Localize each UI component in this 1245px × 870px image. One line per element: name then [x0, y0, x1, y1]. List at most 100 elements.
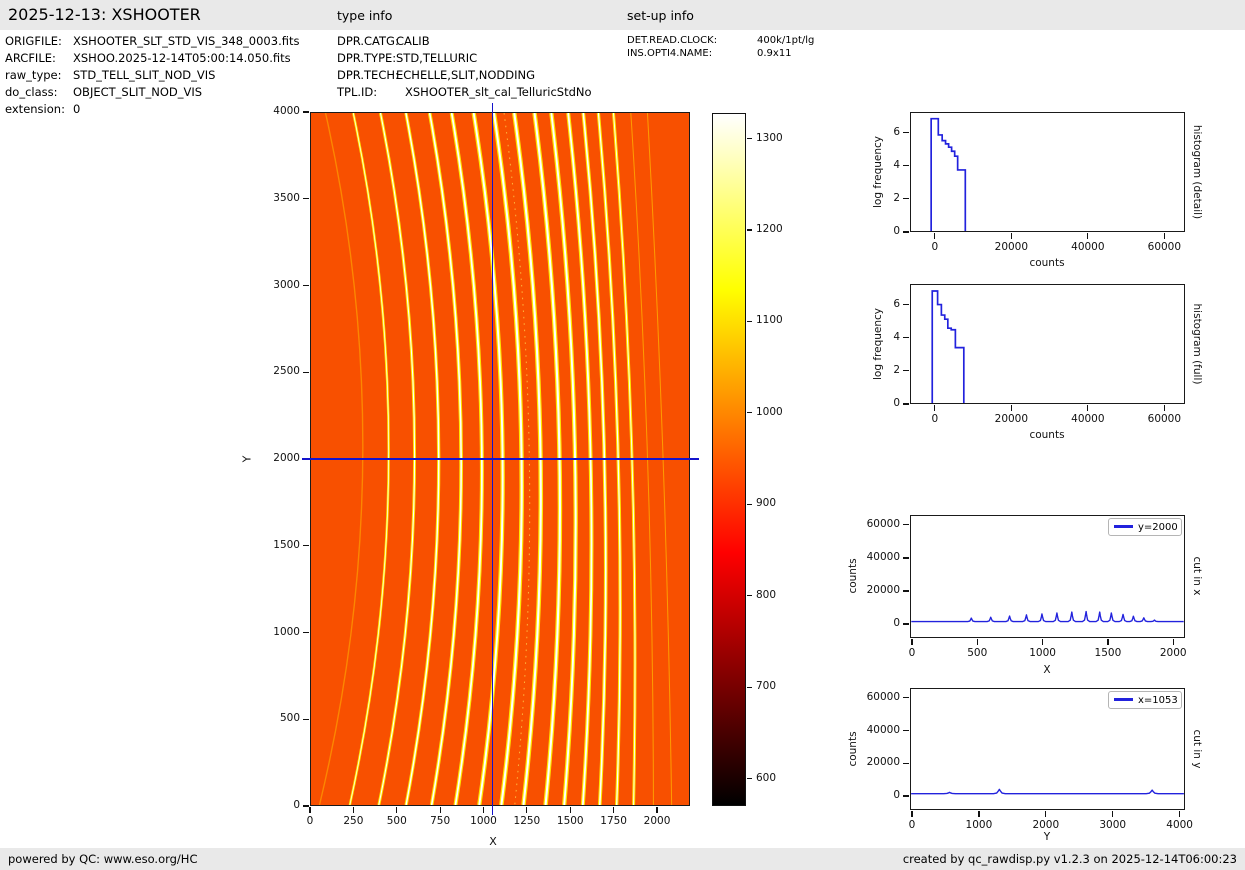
y-tick-label: 4: [840, 331, 900, 343]
hist-detail-side-label: histogram (detail): [1191, 125, 1203, 219]
y-tick-mark: [903, 304, 909, 305]
colorbar-tick-mark: [747, 504, 752, 505]
x-tick-label: 3000: [1083, 819, 1143, 831]
y-tick-label: 0: [840, 397, 900, 409]
x-tick-label: 40000: [1058, 241, 1118, 253]
y-tick-label: 6: [840, 298, 900, 310]
x-tick-label: 1000: [1013, 647, 1073, 659]
info-row: do_class:OBJECT_SLIT_NOD_VIS: [5, 84, 299, 101]
x-tick-mark: [1087, 233, 1088, 239]
legend-line-sample: [1114, 525, 1133, 528]
hist-detail-xlabel: counts: [1029, 257, 1064, 269]
colorbar-tick-label: 900: [756, 497, 776, 509]
y-tick-mark: [903, 763, 909, 764]
x-tick-mark: [1042, 639, 1043, 645]
x-tick-mark: [1173, 639, 1174, 645]
info-label: DPR.TECH:: [337, 67, 396, 84]
x-tick-mark: [1164, 405, 1165, 411]
x-tick-label: 20000: [981, 241, 1041, 253]
colorbar-tick-mark: [747, 687, 752, 688]
y-tick-label: 3000: [240, 279, 300, 291]
y-tick-mark: [903, 590, 909, 591]
x-tick-label: 4000: [1150, 819, 1210, 831]
type-info-heading: type info: [337, 8, 392, 23]
y-tick-mark: [903, 132, 909, 133]
x-tick-mark: [1011, 233, 1012, 239]
info-label: INS.OPTI4.NAME:: [627, 48, 757, 61]
y-tick-mark: [303, 719, 309, 720]
y-tick-mark: [903, 557, 909, 558]
y-tick-label: 60000: [840, 518, 900, 530]
y-tick-label: 2500: [240, 365, 300, 377]
y-tick-mark: [303, 632, 309, 633]
info-label: do_class:: [5, 84, 73, 101]
y-tick-label: 3500: [240, 192, 300, 204]
info-row: DPR.TECH:ECHELLE,SLIT,NODDING: [337, 67, 592, 84]
setup-info-heading: set-up info: [627, 8, 694, 23]
y-tick-label: 2: [840, 364, 900, 376]
colorbar: [712, 113, 746, 806]
y-tick-label: 2000: [240, 452, 300, 464]
info-label: ARCFILE:: [5, 50, 73, 67]
info-value: OBJECT_SLIT_NOD_VIS: [73, 85, 202, 99]
colorbar-tick-mark: [747, 778, 752, 779]
info-value: 0.9x11: [757, 48, 792, 59]
y-tick-mark: [903, 165, 909, 166]
x-tick-label: 0: [905, 413, 965, 425]
y-tick-label: 1500: [240, 539, 300, 551]
colorbar-tick-mark: [747, 321, 752, 322]
main-xaxis-label: X: [489, 835, 497, 848]
colorbar-tick-label: 1200: [756, 223, 783, 235]
y-tick-mark: [303, 545, 309, 546]
x-tick-mark: [934, 233, 935, 239]
colorbar-tick-mark: [747, 138, 752, 139]
x-tick-mark: [396, 807, 397, 813]
x-tick-label: 60000: [1134, 413, 1194, 425]
cut-x-side-label: cut in x: [1191, 556, 1203, 595]
y-tick-label: 40000: [840, 724, 900, 736]
hist-full-side-label: histogram (full): [1191, 304, 1203, 385]
info-value: XSHOOTER_slt_cal_TelluricStdNo: [405, 85, 592, 99]
info-row: raw_type:STD_TELL_SLIT_NOD_VIS: [5, 67, 299, 84]
y-tick-label: 60000: [840, 691, 900, 703]
qc-report-page: { "header": { "title": "2025-12-13: XSHO…: [0, 0, 1245, 870]
x-tick-mark: [911, 639, 912, 645]
x-tick-mark: [353, 807, 354, 813]
y-tick-label: 500: [240, 712, 300, 724]
info-row: DPR.TYPE:STD,TELLURIC: [337, 50, 592, 67]
y-tick-mark: [303, 285, 309, 286]
x-tick-label: 500: [947, 647, 1007, 659]
x-tick-mark: [1179, 811, 1180, 817]
info-value: XSHOO.2025-12-14T05:00:14.050.fits: [73, 51, 291, 65]
y-tick-mark: [903, 524, 909, 525]
x-tick-mark: [911, 811, 912, 817]
y-tick-mark: [903, 697, 909, 698]
info-row: ORIGFILE:XSHOOTER_SLT_STD_VIS_348_0003.f…: [5, 33, 299, 50]
info-value: ECHELLE,SLIT,NODDING: [396, 68, 535, 82]
info-label: TPL.ID:: [337, 84, 405, 101]
legend-line-sample: [1114, 698, 1133, 701]
x-tick-label: 60000: [1134, 241, 1194, 253]
x-tick-label: 0: [905, 241, 965, 253]
y-tick-mark: [903, 198, 909, 199]
colorbar-tick-mark: [747, 229, 752, 230]
info-label: ORIGFILE:: [5, 33, 73, 50]
colorbar-tick-mark: [747, 595, 752, 596]
y-tick-mark: [903, 623, 909, 624]
x-tick-label: 2000: [1016, 819, 1076, 831]
setup-info-column: DET.READ.CLOCK:400k/1pt/lgINS.OPTI4.NAME…: [627, 35, 814, 60]
cut-x-xlabel: X: [1043, 664, 1050, 676]
info-value: STD_TELL_SLIT_NOD_VIS: [73, 68, 215, 82]
x-tick-mark: [570, 807, 571, 813]
x-tick-mark: [977, 639, 978, 645]
colorbar-tick-label: 800: [756, 589, 776, 601]
footer-left-text: powered by QC: www.eso.org/HC: [8, 848, 197, 870]
info-label: DPR.TYPE:: [337, 50, 396, 67]
x-tick-label: 1000: [949, 819, 1009, 831]
info-row: INS.OPTI4.NAME:0.9x11: [627, 48, 814, 61]
x-tick-mark: [1087, 405, 1088, 411]
y-tick-mark: [903, 231, 909, 232]
cut-x-legend: y=2000: [1108, 518, 1182, 536]
info-value: 400k/1pt/lg: [757, 35, 814, 46]
info-value: STD,TELLURIC: [396, 51, 477, 65]
